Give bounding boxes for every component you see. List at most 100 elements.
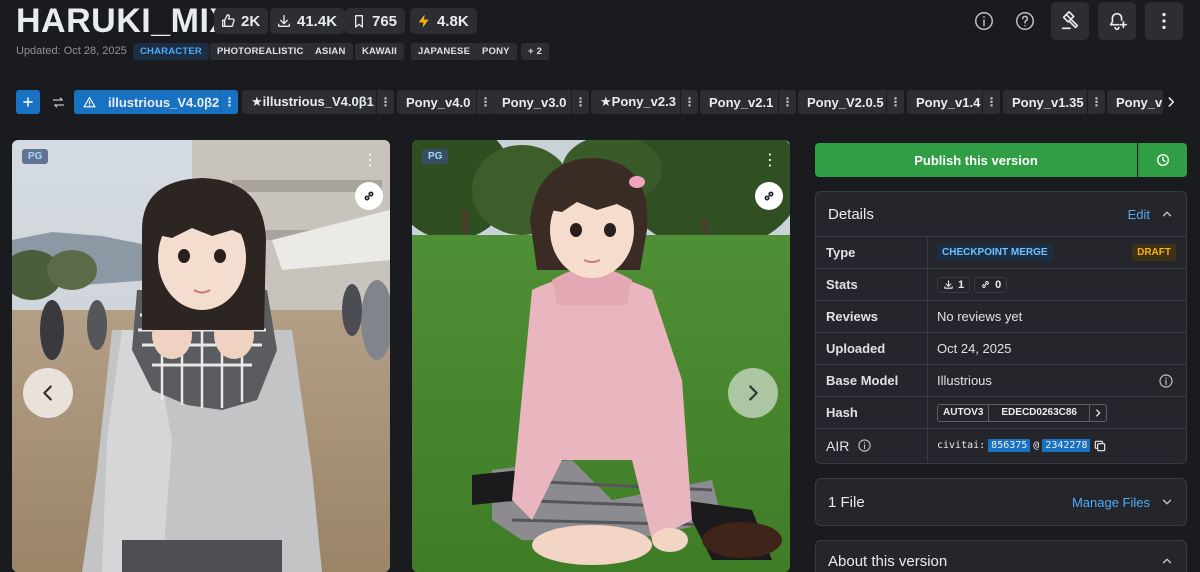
chevron-right-icon <box>1168 97 1175 107</box>
schedule-publish-button[interactable] <box>1138 143 1187 177</box>
details-edit-link[interactable]: Edit <box>1128 207 1150 222</box>
hash-algo[interactable]: AUTOV3 <box>938 404 990 421</box>
about-title: About this version <box>828 552 948 570</box>
photo-girl-in-blazer <box>12 140 390 572</box>
image-link-button[interactable] <box>355 182 383 210</box>
copy-icon[interactable] <box>1093 439 1107 453</box>
version-tab-pony-v3-0[interactable]: Pony_v3.0 ⋮ <box>493 90 589 114</box>
bell-plus-icon <box>1109 12 1127 31</box>
version-tab-pony-v2-3[interactable]: ★Pony_v2.3 ⋮ <box>591 90 698 114</box>
tag-pony[interactable]: PONY <box>475 43 517 60</box>
info-button[interactable] <box>965 2 1003 40</box>
tag-character[interactable]: CHARACTER <box>133 43 209 60</box>
version-label: Pony_v2.1 <box>709 94 774 110</box>
help-button[interactable] <box>1006 2 1044 40</box>
info-icon[interactable] <box>857 438 872 453</box>
version-menu-icon[interactable]: ⋮ <box>982 90 1000 114</box>
version-label: Pony_v1.4 <box>916 94 981 110</box>
files-panel[interactable]: 1 File Manage Files <box>815 478 1187 526</box>
chevron-down-icon[interactable] <box>1160 495 1174 509</box>
version-label: illustrious_V4.0β2 <box>108 94 220 110</box>
rating-badge: PG <box>22 149 49 164</box>
about-panel[interactable]: About this version <box>815 540 1187 572</box>
download-icon <box>278 15 290 27</box>
version-tab-pony-v2-1[interactable]: Pony_v2.1 ⋮ <box>700 90 796 114</box>
version-menu-icon[interactable]: ⋮ <box>220 90 238 114</box>
version-menu-icon[interactable]: ⋮ <box>476 90 494 114</box>
version-label: Pony_v4.0 <box>406 94 471 110</box>
row-key: Uploaded <box>816 333 928 364</box>
row-key: Stats <box>816 269 928 300</box>
info-icon[interactable] <box>1158 373 1174 389</box>
notify-button[interactable] <box>1098 2 1136 40</box>
air-model-id[interactable]: 856375 <box>988 439 1031 452</box>
details-panel: Details Edit Type CHECKPOINT MERGE DRAFT… <box>815 191 1187 464</box>
next-image-button[interactable] <box>728 368 778 418</box>
chevron-right-icon <box>1096 408 1101 417</box>
version-label: ★illustrious_V4.0β1 <box>251 94 374 109</box>
buzz-stat[interactable]: 4.8K <box>410 8 477 34</box>
hash-next-button[interactable] <box>1090 405 1106 421</box>
row-key: Type <box>816 237 928 268</box>
version-tab-pony-v1-35[interactable]: Pony_v1.35 ⋮ <box>1003 90 1105 114</box>
air-at: @ <box>1033 440 1040 451</box>
publish-button[interactable]: Publish this version <box>815 143 1137 177</box>
base-model-value: Illustrious <box>937 373 992 388</box>
version-tab-pony-v2-0-5[interactable]: Pony_V2.0.5 ⋮ <box>798 90 904 114</box>
image-menu-icon[interactable]: ⋮ <box>761 150 779 170</box>
version-menu-icon[interactable]: ⋮ <box>680 90 698 114</box>
clock-icon <box>1157 154 1169 166</box>
hash-value[interactable]: EDECD0263C86 <box>989 404 1090 421</box>
bookmarks-stat[interactable]: 765 <box>345 8 406 34</box>
details-row-air: AIR civitai: 856375 @ 2342278 <box>816 428 1186 462</box>
add-version-button[interactable] <box>16 90 40 114</box>
version-tab-illustrious-v4-0b2[interactable]: illustrious_V4.0β2 ⋮ <box>74 90 238 114</box>
row-key: Base Model <box>816 365 928 396</box>
image-link-button[interactable] <box>755 182 783 210</box>
swap-versions-button[interactable] <box>46 90 70 114</box>
likes-count: 2K <box>241 12 261 30</box>
gallery-image-1[interactable]: PG ⋮ <box>12 140 390 572</box>
tag-photorealistic[interactable]: PHOTOREALISTIC <box>210 43 311 60</box>
row-key: Reviews <box>816 301 928 332</box>
rating-badge: PG <box>422 149 449 164</box>
version-label: Pony_V2.0.5 <box>807 94 884 110</box>
chevron-left-icon <box>43 385 52 401</box>
tag-kawaii[interactable]: KAWAII <box>355 43 404 60</box>
chevron-up-icon[interactable] <box>1160 207 1174 221</box>
downloads-stat[interactable]: 41.4K <box>270 8 346 34</box>
previous-image-button[interactable] <box>23 368 73 418</box>
gallery-image-2[interactable]: PG ⋮ <box>412 140 790 572</box>
tag-more[interactable]: + 2 <box>521 43 550 60</box>
version-menu-icon[interactable]: ⋮ <box>1087 90 1105 114</box>
chevron-up-icon[interactable] <box>1160 554 1174 568</box>
image-menu-icon[interactable]: ⋮ <box>361 150 379 170</box>
manage-files-link[interactable]: Manage Files <box>1072 495 1150 510</box>
more-options-button[interactable] <box>1145 2 1183 40</box>
tag-japanese[interactable]: JAPANESE <box>411 43 478 60</box>
likes-stat[interactable]: 2K <box>214 8 269 34</box>
details-row-type: Type CHECKPOINT MERGE DRAFT <box>816 236 1186 268</box>
air-prefix: civitai: <box>937 440 986 451</box>
version-menu-icon[interactable]: ⋮ <box>778 90 796 114</box>
buzz-count: 4.8K <box>437 12 469 30</box>
version-tab-pony-v1-4[interactable]: Pony_v1.4 ⋮ <box>907 90 1000 114</box>
details-row-uploaded: Uploaded Oct 24, 2025 <box>816 332 1186 364</box>
hash-widget[interactable]: AUTOV3 EDECD0263C86 <box>937 403 1107 422</box>
version-menu-icon[interactable]: ⋮ <box>571 90 589 114</box>
gavel-icon <box>1061 11 1079 30</box>
details-header[interactable]: Details Edit <box>816 192 1186 236</box>
version-menu-icon[interactable]: ⋮ <box>376 90 394 114</box>
version-menu-icon[interactable]: ⋮ <box>886 90 904 114</box>
air-version-id[interactable]: 2342278 <box>1042 439 1091 452</box>
version-tab-pony-v1-0[interactable]: Pony_v1.0 <box>1107 90 1163 114</box>
air-key-cell: AIR <box>816 429 928 462</box>
type-badge: CHECKPOINT MERGE <box>937 244 1053 261</box>
version-label: Pony_v1.0 <box>1116 94 1163 110</box>
version-tab-illustrious-v4-0b1[interactable]: ★illustrious_V4.0β1 ⋮ <box>242 90 394 114</box>
download-icon <box>944 280 953 289</box>
version-tab-pony-v4-0[interactable]: Pony_v4.0 ⋮ <box>397 90 494 114</box>
tag-asian[interactable]: ASIAN <box>308 43 353 60</box>
moderation-button[interactable] <box>1051 2 1089 40</box>
scroll-right-button[interactable] <box>1163 90 1179 114</box>
